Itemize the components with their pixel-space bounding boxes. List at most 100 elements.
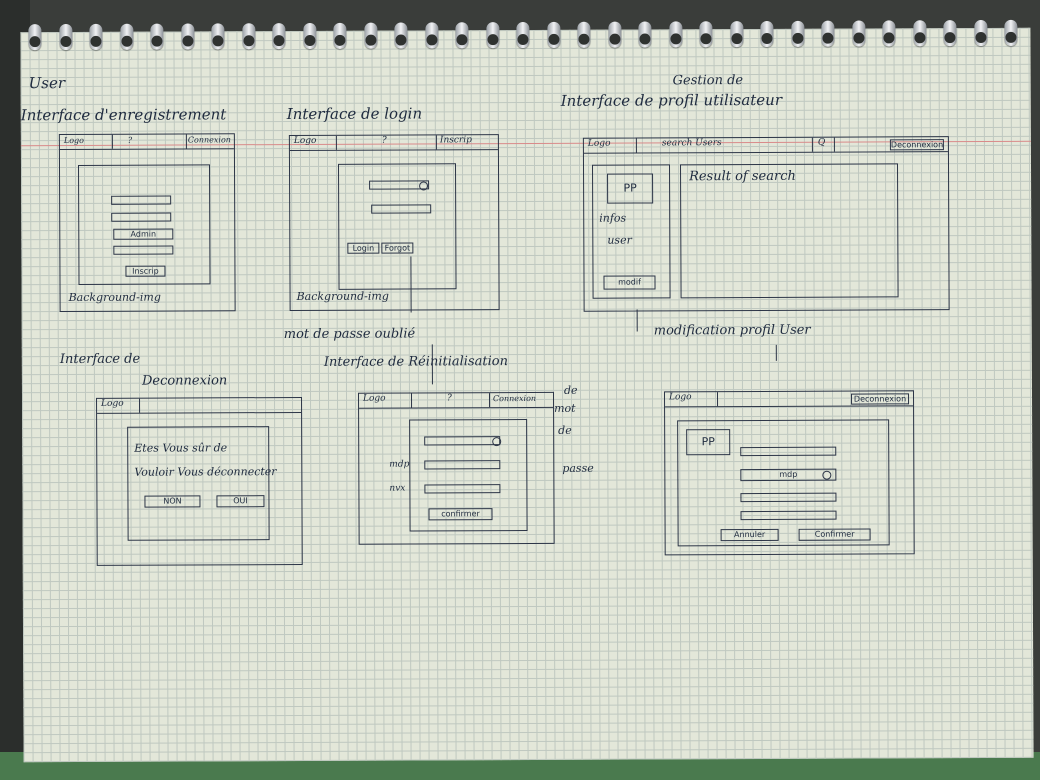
manage-title-line1: Gestion de (672, 73, 744, 89)
binding-hole (303, 34, 315, 46)
binding-hole (364, 34, 376, 46)
reset-connexion-link[interactable]: Connexion (493, 394, 536, 403)
edit-window: Logo Deconnexion PP mdp Annuler Confirme… (663, 390, 915, 556)
modify-note: modification profil User (653, 322, 811, 339)
register-submit-button[interactable]: Inscrip (125, 265, 166, 277)
edit-form: PP mdp Annuler Confirmer (677, 419, 890, 547)
binding-hole (700, 33, 712, 45)
infos-label: infos (599, 211, 627, 225)
edit-field-3[interactable] (740, 510, 837, 521)
login-button[interactable]: Login (347, 242, 380, 254)
logout-no-button[interactable]: NON (144, 495, 201, 508)
binding-hole (181, 35, 193, 47)
edit-logo[interactable]: Logo (669, 392, 692, 402)
logout-title-line1: Interface de (59, 351, 141, 368)
binding-hole (639, 33, 651, 45)
reset-nvx-field[interactable] (424, 484, 501, 494)
login-logo[interactable]: Logo (294, 136, 317, 146)
search-users-input[interactable]: search Users (662, 138, 722, 148)
manage-logout-button[interactable]: Deconnexion (889, 139, 944, 151)
reset-form: confirmer (409, 418, 528, 532)
modify-arrow (636, 309, 639, 332)
binding-hole (761, 32, 773, 44)
binding-hole (791, 32, 803, 44)
reset-mdp-label: mdp (389, 459, 410, 470)
binding-hole (974, 31, 986, 44)
reset-nvx-label: nvx (389, 483, 406, 494)
register-field-3[interactable] (113, 245, 174, 255)
logout-yes-button[interactable]: OUI (216, 495, 265, 508)
edit-confirm-button[interactable]: Confirmer (798, 528, 871, 541)
login-password-field[interactable] (371, 204, 432, 214)
modify-note-arrow (775, 344, 778, 361)
login-background-label: Background-img (296, 289, 389, 304)
eye-icon[interactable] (419, 181, 429, 191)
binding-hole (669, 33, 681, 45)
page-title: User (28, 74, 66, 93)
search-results-panel: Result of search (679, 163, 899, 299)
search-icon[interactable]: Q (818, 138, 825, 148)
edit-logout-button[interactable]: Deconnexion (850, 393, 910, 405)
binding-hole (29, 36, 41, 48)
register-form: Admin Inscrip (77, 164, 211, 285)
reset-mdp-field[interactable] (424, 460, 501, 470)
binding-hole (242, 35, 254, 47)
manage-logo[interactable]: Logo (588, 139, 611, 149)
register-logo[interactable]: Logo (64, 136, 84, 145)
binding-hole (59, 35, 71, 48)
edit-cancel-button[interactable]: Annuler (720, 528, 779, 542)
binding-hole (913, 32, 925, 44)
login-title: Interface de login (286, 104, 423, 124)
search-results-label: Result of search (689, 168, 796, 185)
register-window: Logo ? Connexion Admin Inscrip Backgroun… (58, 133, 236, 313)
reset-side-1: de (563, 383, 578, 397)
profile-picture: PP (607, 173, 654, 204)
binding-hole (456, 34, 468, 46)
profile-sidebar: PP infos user modif (591, 164, 671, 299)
login-inscrip-link[interactable]: Inscrip (440, 135, 472, 145)
logout-dialog: Etes Vous sûr de Vouloir Vous déconnecte… (127, 426, 277, 541)
binding-hole (822, 32, 834, 44)
eye-icon[interactable] (492, 437, 502, 447)
reset-confirm-button[interactable]: confirmer (428, 508, 493, 521)
binding-hole (1005, 31, 1017, 43)
logout-logo[interactable]: Logo (101, 399, 124, 409)
reset-email-field[interactable] (424, 436, 501, 446)
forgot-note: mot de passe oublié (283, 326, 416, 343)
binding-hole (517, 33, 529, 46)
register-field-2[interactable] (111, 212, 172, 222)
register-admin-select[interactable]: Admin (113, 228, 174, 240)
binding-hole (212, 35, 224, 47)
logout-title-line2: Deconnexion (141, 373, 228, 389)
binding-hole (273, 35, 285, 47)
register-connexion-link[interactable]: Connexion (188, 135, 231, 144)
reset-search[interactable]: ? (447, 393, 452, 403)
binding-hole (883, 32, 895, 44)
binding-hole (730, 33, 742, 45)
edit-field-1[interactable] (740, 446, 837, 457)
login-search[interactable]: ? (382, 136, 387, 146)
forgot-password-button[interactable]: Forgot (381, 242, 414, 254)
register-search[interactable]: ? (128, 136, 132, 145)
reset-side-2: mot (554, 401, 576, 415)
notebook-page: User Interface d'enregistrement Logo ? C… (20, 19, 1034, 763)
register-title: Interface d'enregistrement (20, 105, 227, 125)
eye-icon[interactable] (822, 470, 832, 480)
binding-hole (944, 32, 956, 44)
login-form: Login Forgot (337, 163, 457, 290)
reset-arrow (431, 344, 434, 385)
manage-title-line2: Interface de profil utilisateur (560, 90, 783, 110)
forgot-arrow (410, 256, 413, 313)
reset-window: Logo ? Connexion confirmer mdp nvx (357, 391, 555, 545)
manage-window: Logo search Users Q Deconnexion PP infos… (582, 136, 950, 312)
edit-profile-picture[interactable]: PP (686, 429, 731, 456)
edit-field-2[interactable] (740, 492, 837, 503)
login-window: Logo ? Inscrip Login Forgot Background-i… (288, 134, 500, 312)
user-label: user (607, 233, 632, 247)
modify-button[interactable]: modif (603, 275, 656, 290)
binding-hole (151, 35, 163, 47)
reset-title: Interface de Réinitialisation (323, 354, 508, 370)
register-background-label: Background-img (68, 290, 161, 304)
register-field-1[interactable] (111, 195, 172, 205)
reset-logo[interactable]: Logo (363, 394, 386, 404)
